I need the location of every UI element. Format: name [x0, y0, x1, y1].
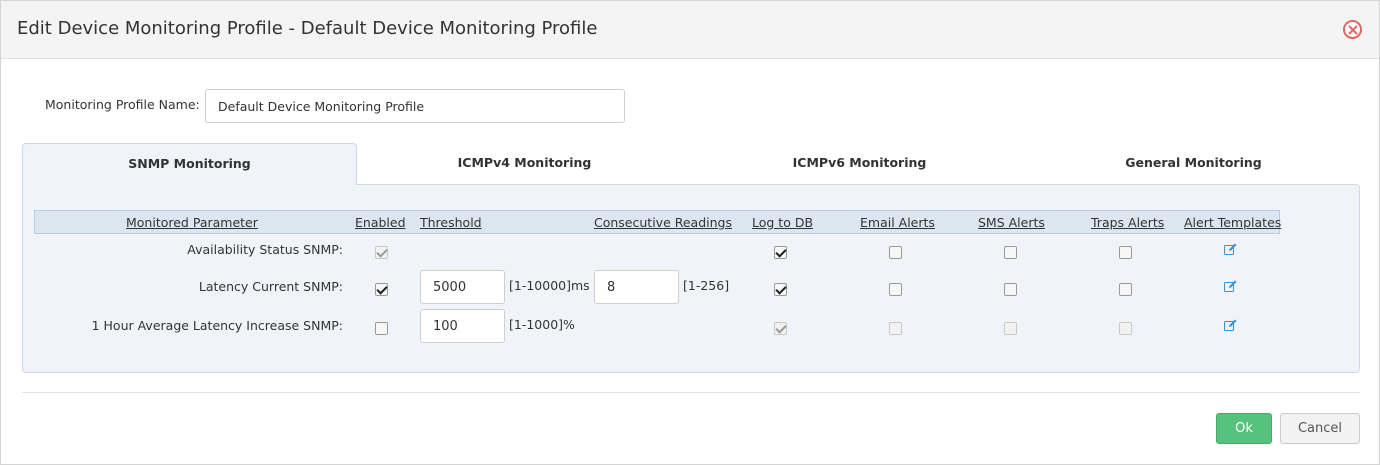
- col-alert-templates[interactable]: Alert Templates: [1184, 215, 1281, 230]
- col-sms-alerts[interactable]: SMS Alerts: [978, 215, 1045, 230]
- cancel-button[interactable]: Cancel: [1280, 413, 1360, 444]
- tab-general-monitoring[interactable]: General Monitoring: [1027, 143, 1360, 185]
- col-enabled[interactable]: Enabled: [355, 215, 406, 230]
- threshold-range-latency: [1-10000]ms: [509, 278, 590, 293]
- profile-name-input[interactable]: [205, 89, 625, 123]
- row-label-hour-avg-latency: 1 Hour Average Latency Increase SNMP:: [91, 318, 343, 333]
- threshold-input-latency[interactable]: [420, 270, 505, 304]
- col-threshold[interactable]: Threshold: [420, 215, 482, 230]
- enabled-checkbox-hour-avg[interactable]: [375, 322, 388, 335]
- edit-icon[interactable]: [1224, 319, 1237, 331]
- consecutive-range-latency: [1-256]: [683, 278, 730, 293]
- enabled-checkbox-availability: [375, 246, 388, 259]
- sms-alerts-checkbox-availability[interactable]: [1004, 246, 1017, 259]
- edit-icon[interactable]: [1224, 243, 1237, 255]
- edit-profile-dialog: Edit Device Monitoring Profile - Default…: [0, 0, 1380, 465]
- col-traps-alerts[interactable]: Traps Alerts: [1091, 215, 1164, 230]
- log-db-checkbox-hour-avg: [774, 322, 787, 335]
- log-db-checkbox-latency[interactable]: [774, 283, 787, 296]
- monitoring-tabs: SNMP Monitoring ICMPv4 Monitoring ICMPv6…: [22, 143, 1360, 185]
- email-alerts-checkbox-latency[interactable]: [889, 283, 902, 296]
- ok-button[interactable]: Ok: [1216, 413, 1272, 444]
- consecutive-readings-input-latency[interactable]: [594, 270, 679, 304]
- threshold-range-hour-avg: [1-1000]%: [509, 317, 575, 332]
- dialog-title: Edit Device Monitoring Profile - Default…: [17, 18, 598, 39]
- col-monitored-parameter[interactable]: Monitored Parameter: [126, 215, 258, 230]
- log-db-checkbox-availability[interactable]: [774, 246, 787, 259]
- close-icon[interactable]: [1343, 20, 1362, 39]
- row-label-availability-status: Availability Status SNMP:: [187, 242, 343, 257]
- snmp-monitoring-panel: Monitored Parameter Enabled Threshold Co…: [22, 184, 1360, 373]
- tab-snmp-monitoring[interactable]: SNMP Monitoring: [22, 143, 357, 185]
- email-alerts-checkbox-hour-avg: [889, 322, 902, 335]
- enabled-checkbox-latency[interactable]: [375, 283, 388, 296]
- traps-alerts-checkbox-hour-avg: [1119, 322, 1132, 335]
- edit-icon[interactable]: [1224, 280, 1237, 292]
- traps-alerts-checkbox-availability[interactable]: [1119, 246, 1132, 259]
- traps-alerts-checkbox-latency[interactable]: [1119, 283, 1132, 296]
- col-email-alerts[interactable]: Email Alerts: [860, 215, 935, 230]
- profile-name-label: Monitoring Profile Name:: [45, 97, 200, 112]
- footer-divider: [22, 392, 1360, 393]
- tab-icmpv4-monitoring[interactable]: ICMPv4 Monitoring: [357, 143, 692, 185]
- threshold-input-hour-avg[interactable]: [420, 309, 505, 343]
- col-consecutive-readings[interactable]: Consecutive Readings: [594, 215, 732, 230]
- sms-alerts-checkbox-latency[interactable]: [1004, 283, 1017, 296]
- tab-icmpv6-monitoring[interactable]: ICMPv6 Monitoring: [692, 143, 1027, 185]
- col-log-to-db[interactable]: Log to DB: [752, 215, 813, 230]
- sms-alerts-checkbox-hour-avg: [1004, 322, 1017, 335]
- email-alerts-checkbox-availability[interactable]: [889, 246, 902, 259]
- grid-header: Monitored Parameter Enabled Threshold Co…: [34, 210, 1281, 234]
- dialog-header: Edit Device Monitoring Profile - Default…: [1, 1, 1379, 59]
- row-label-latency-current: Latency Current SNMP:: [198, 279, 343, 294]
